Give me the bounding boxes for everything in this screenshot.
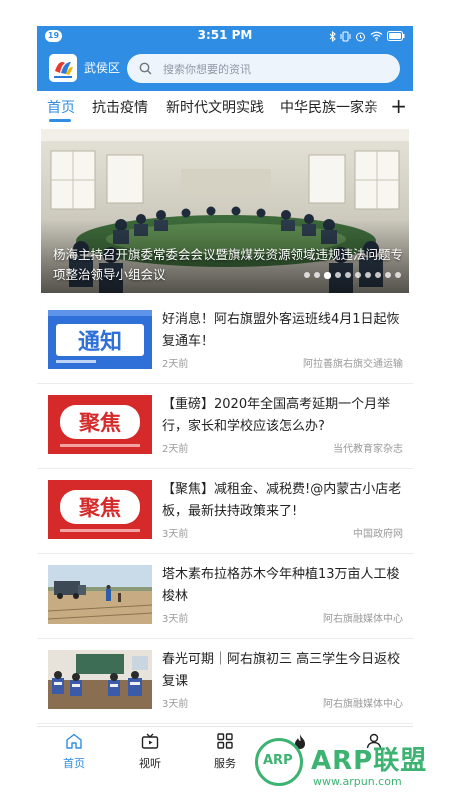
- watermark-url: www.arpun.com: [313, 775, 402, 788]
- watermark-mark: ARP: [263, 753, 293, 768]
- news-thumbnail: [48, 565, 152, 624]
- tabbar-label: 服务: [214, 757, 236, 770]
- app-logo[interactable]: [49, 54, 77, 82]
- news-source: 当代教育家杂志: [333, 444, 403, 455]
- list-item[interactable]: 聚焦 【聚焦】减租金、减税费!@内蒙古小店老板，最新扶持政策来了! 3天前 中国…: [37, 469, 413, 554]
- focus-image: 聚焦: [48, 395, 152, 454]
- page: 19 3:51 PM 武侯区 搜索你想要的资讯 首页 抗击疫情 新时代文明实践 …: [0, 0, 450, 800]
- list-item[interactable]: 聚焦 【重磅】2020年全国高考延期一个月举行，家长和学校应该怎么办? 2天前 …: [37, 384, 413, 469]
- tabbar-label: 视听: [139, 757, 161, 770]
- list-item[interactable]: 春光可期｜阿右旗初三 高三学生今日返校复课 3天前 阿右旗融媒体中心: [37, 639, 413, 724]
- carousel-dot[interactable]: [345, 272, 351, 278]
- tab-epidemic[interactable]: 抗击疫情: [92, 97, 148, 117]
- classroom-photo: [48, 650, 152, 709]
- phone-screen: 19 3:51 PM 武侯区 搜索你想要的资讯 首页 抗击疫情 新时代文明实践 …: [37, 26, 413, 774]
- news-source: 阿拉善旗右旗交通运输: [303, 359, 403, 370]
- news-time: 2天前: [162, 359, 189, 370]
- search-input[interactable]: 搜索你想要的资讯: [127, 54, 400, 83]
- search-icon: [139, 62, 152, 75]
- news-thumbnail: [48, 650, 152, 709]
- channel-tabs: 首页 抗击疫情 新时代文明实践 中华民族一家亲 +: [37, 91, 413, 123]
- wifi-icon: [370, 31, 383, 41]
- vibrate-icon: [340, 31, 351, 41]
- news-time: 3天前: [162, 614, 189, 625]
- status-bar: 19 3:51 PM: [37, 26, 413, 46]
- news-time: 3天前: [162, 699, 189, 710]
- carousel-dot[interactable]: [385, 272, 391, 278]
- search-placeholder: 搜索你想要的资讯: [163, 63, 251, 76]
- carousel-dot[interactable]: [395, 272, 401, 278]
- arp-watermark: ARP ARP联盟 www.arpun.com: [255, 738, 445, 798]
- carousel-dot[interactable]: [314, 272, 320, 278]
- home-icon: [66, 733, 82, 749]
- news-title: 【重磅】2020年全国高考延期一个月举行，家长和学校应该怎么办?: [162, 397, 391, 434]
- alarm-icon: [356, 32, 365, 41]
- tab-home[interactable]: 首页: [47, 97, 75, 117]
- grid-icon: [217, 733, 233, 749]
- news-thumbnail: 聚焦: [48, 480, 152, 539]
- news-title: 【聚焦】减租金、减税费!@内蒙古小店老板，最新扶持政策来了!: [162, 482, 402, 519]
- thumb-notice-text: 通知: [78, 329, 122, 355]
- carousel-dots[interactable]: [304, 272, 401, 279]
- tv-icon: [141, 733, 159, 749]
- tabbar-home[interactable]: 首页: [49, 733, 99, 771]
- thumb-focus-text: 聚焦: [78, 411, 121, 435]
- news-thumbnail: 聚焦: [48, 395, 152, 454]
- news-source: 中国政府网: [353, 529, 403, 540]
- carousel-dot[interactable]: [304, 272, 310, 278]
- carousel-dot[interactable]: [375, 272, 381, 278]
- logo-icon: [49, 54, 77, 82]
- add-channel-button[interactable]: +: [390, 94, 407, 118]
- carousel-dot[interactable]: [355, 272, 361, 278]
- banner-carousel[interactable]: 杨海主持召开旗委常委会会议暨旗煤炭资源领域违规违法问题专项整治领导小组会议: [41, 129, 409, 293]
- desert-photo: [48, 565, 152, 624]
- list-item[interactable]: 塔木素布拉格苏木今年种植13万亩人工梭梭林 3天前 阿右旗融媒体中心: [37, 554, 413, 639]
- news-thumbnail: 通知: [48, 310, 152, 369]
- carousel-dot[interactable]: [324, 272, 331, 279]
- app-header: 武侯区 搜索你想要的资讯: [37, 46, 413, 91]
- battery-icon: [387, 31, 405, 41]
- tabbar-label: 首页: [63, 757, 85, 770]
- focus-image: 聚焦: [48, 480, 152, 539]
- tabbar-video[interactable]: 视听: [125, 733, 175, 771]
- tab-fade: [369, 91, 391, 123]
- carousel-dot[interactable]: [335, 272, 341, 278]
- active-tab-indicator: [49, 119, 71, 122]
- news-time: 3天前: [162, 529, 189, 540]
- bluetooth-icon: [329, 30, 336, 42]
- carousel-dot[interactable]: [365, 272, 371, 278]
- region-label[interactable]: 武侯区: [84, 59, 120, 76]
- tab-nation-family[interactable]: 中华民族一家亲: [280, 97, 378, 117]
- news-source: 阿右旗融媒体中心: [323, 699, 403, 710]
- watermark-name: ARP联盟: [311, 746, 428, 776]
- news-title: 塔木素布拉格苏木今年种植13万亩人工梭梭林: [162, 567, 400, 604]
- news-time: 2天前: [162, 444, 189, 455]
- status-icons: [329, 30, 405, 42]
- news-title: 好消息！阿右旗盟外客运班线4月1日起恢复通车！: [162, 312, 400, 349]
- list-item[interactable]: 通知 好消息！阿右旗盟外客运班线4月1日起恢复通车！ 2天前 阿拉善旗右旗交通运…: [37, 299, 413, 384]
- tabbar-services[interactable]: 服务: [200, 733, 250, 771]
- news-title: 春光可期｜阿右旗初三 高三学生今日返校复课: [162, 652, 401, 689]
- tab-civilization[interactable]: 新时代文明实践: [166, 97, 264, 117]
- notice-image: 通知: [48, 310, 152, 369]
- news-source: 阿右旗融媒体中心: [323, 614, 403, 625]
- banner-caption: 杨海主持召开旗委常委会会议暨旗煤炭资源领域违规违法问题专项整治领导小组会议: [53, 247, 404, 282]
- thumb-focus-text: 聚焦: [78, 496, 121, 520]
